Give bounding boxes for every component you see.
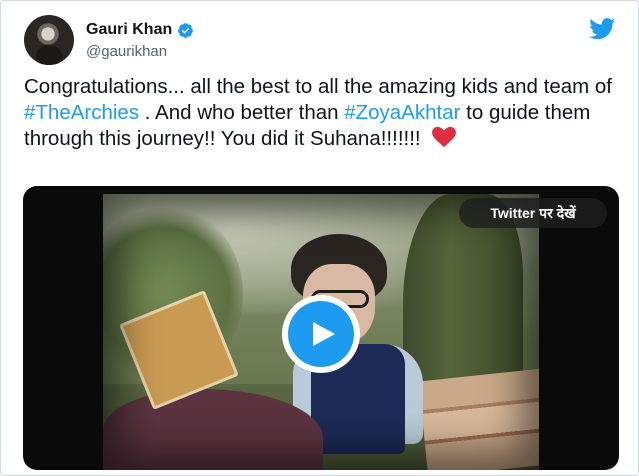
hashtag-zoya-akhtar-link[interactable]: #ZoyaAkhtar — [344, 101, 460, 124]
author-handle[interactable]: @gaurikhan — [86, 43, 167, 60]
author-avatar[interactable] — [24, 15, 74, 65]
author-name-row: Gauri Khan — [86, 21, 194, 39]
verified-badge-icon — [178, 22, 194, 38]
play-icon-circle — [288, 301, 354, 367]
tweet-text-part: . And who better than — [139, 101, 345, 124]
tweet-card[interactable]: Gauri Khan @gaurikhan Congratulations...… — [0, 0, 639, 476]
tweet-text: Congratulations... all the best to all t… — [24, 74, 620, 152]
heart-emoji-icon — [432, 126, 457, 148]
watch-on-twitter-button[interactable]: Twitter पर देखें — [459, 198, 607, 228]
tweet-text-part: Congratulations... all the best to all t… — [24, 75, 613, 98]
play-icon — [312, 322, 335, 346]
author-display-name[interactable]: Gauri Khan — [86, 21, 172, 39]
hashtag-the-archies-link[interactable]: #TheArchies — [24, 101, 139, 124]
twitter-bird-icon[interactable] — [589, 18, 616, 40]
play-button[interactable] — [282, 295, 360, 373]
